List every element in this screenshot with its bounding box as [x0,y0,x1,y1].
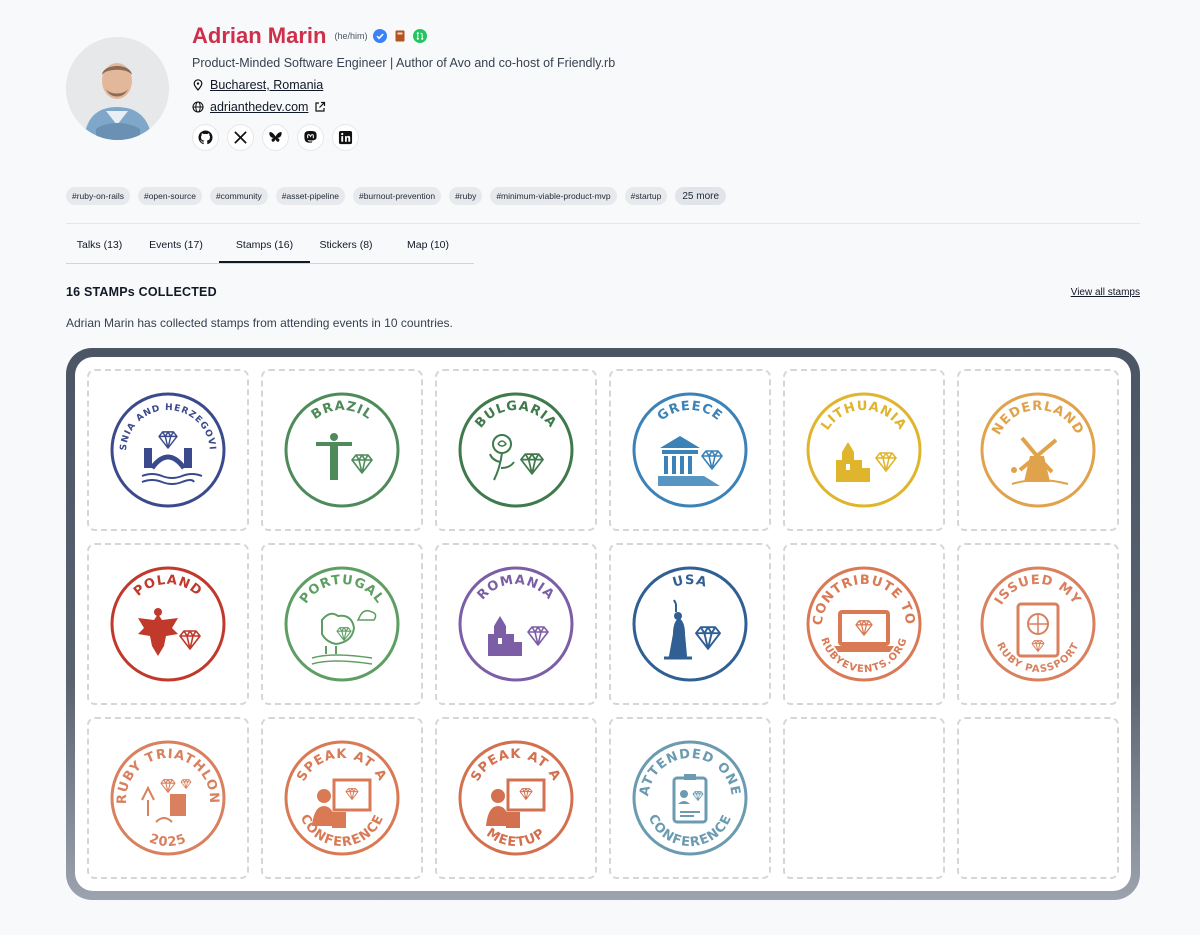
stamp-slot[interactable]: POLAND [87,543,249,705]
stamp-title: BRAZIL [309,399,375,423]
stamp-slot[interactable]: BOSNIA AND HERZEGOVINA [87,369,249,531]
stamp-slot[interactable]: CONTRIBUTE TO RUBYEVENTS.ORG [783,543,945,705]
stamp-slot[interactable]: NEDERLAND [957,369,1119,531]
landmarks-icon: RUBY TRIATHLON2025 [110,740,226,856]
christ-statue-icon: BRAZIL [284,392,400,508]
stamp-subtitle: 2025 [147,831,189,850]
pull-request-icon [413,29,428,43]
tag-chip[interactable]: #startup [624,187,668,205]
map-pin-icon [193,79,203,91]
mastodon-icon[interactable] [297,124,324,151]
external-link-icon[interactable] [314,101,326,113]
tab-stamps[interactable]: Stamps (16) [219,240,310,263]
castle-icon: LITHUANIA [806,392,922,508]
profile-pronouns: (he/him) [334,31,368,41]
website-row: adrianthedev.com [192,100,615,114]
speaker-icon: SPEAK AT ACONFERENCE [284,740,400,856]
stamp-grid: BOSNIA AND HERZEGOVINA BRAZIL BULGARIA GREE… [87,369,1119,879]
stamp-title: POLAND [131,573,205,600]
profile-name: Adrian Marin [192,23,327,48]
empty-stamp-slot [957,717,1119,879]
castle-icon: ROMANIA [458,566,574,682]
more-tags-button[interactable]: 25 more [675,187,727,205]
bluesky-icon[interactable] [262,124,289,151]
tag-chip[interactable]: #asset-pipeline [275,187,345,205]
view-all-stamps-link[interactable]: View all stamps [1071,287,1140,298]
profile-info: Adrian Marin (he/him) Product-Minded Sof… [192,22,615,151]
social-links [192,124,615,151]
stamp-slot[interactable]: LITHUANIA [783,369,945,531]
stamp-slot[interactable]: BRAZIL [261,369,423,531]
tag-chip[interactable]: #open-source [137,187,202,205]
stamp-slot[interactable]: USA [609,543,771,705]
empty-stamp-slot [783,717,945,879]
linkedin-icon[interactable] [332,124,359,151]
speaker-icon: SPEAK AT AMEETUP [458,740,574,856]
location-row: Bucharest, Romania [192,78,615,92]
stamp-slot[interactable]: SPEAK AT A MEETUP [435,717,597,879]
tab-map[interactable]: Map (10) [382,240,474,263]
location-link[interactable]: Bucharest, Romania [210,78,323,92]
stamp-slot[interactable]: SPEAK AT A CONFERENCE [261,717,423,879]
stamps-summary: Adrian Marin has collected stamps from a… [66,316,453,330]
tab-talks[interactable]: Talks (13) [66,240,133,263]
globe-icon [192,101,204,113]
bridge-icon: BOSNIA AND HERZEGOVINA [108,390,226,508]
rooster-icon: PORTUGAL [284,566,400,682]
stamp-subtitle: MEETUP [484,826,549,851]
rose-icon: BULGARIA [458,392,574,508]
github-icon[interactable] [192,124,219,151]
stamp-title: GREECE [655,399,725,424]
temple-icon: GREECE [632,392,748,508]
stamp-slot[interactable]: GREECE [609,369,771,531]
tag-chip[interactable]: #minimum-viable-product-mvp [490,187,617,205]
stamp-slot[interactable]: BULGARIA [435,369,597,531]
stamp-slot[interactable]: RUBY TRIATHLON 2025 [87,717,249,879]
passport-icon: ISSUED MYRUBY PASSPORT [980,566,1096,682]
laptop-icon: CONTRIBUTE TORUBYEVENTS.ORG [806,566,922,682]
stamp-slot[interactable]: ISSUED MY RUBY PASSPORT [957,543,1119,705]
profile-tabs: Talks (13) Events (17) Stamps (16) Stick… [66,240,474,264]
tag-chip[interactable]: #ruby-on-rails [66,187,130,205]
x-icon[interactable] [227,124,254,151]
book-icon [393,29,407,43]
avatar [66,37,169,140]
divider [66,223,1140,224]
tab-stickers[interactable]: Stickers (8) [310,240,382,263]
windmill-icon: NEDERLAND [980,392,1096,508]
liberty-icon: USA [632,566,748,682]
topic-tags: #ruby-on-rails #open-source #community #… [66,187,727,205]
passport-page: BOSNIA AND HERZEGOVINA BRAZIL BULGARIA GREE… [75,357,1131,891]
stamp-title: USA [671,573,709,591]
tab-events[interactable]: Events (17) [133,240,219,263]
verified-icon [373,29,388,43]
stamp-slot[interactable]: ATTENDED ONE CONFERENCE [609,717,771,879]
section-title: 16 STAMPs COLLECTED [66,285,217,299]
website-link[interactable]: adrianthedev.com [210,100,308,114]
profile-bio: Product-Minded Software Engineer | Autho… [192,56,616,70]
tag-chip[interactable]: #community [209,187,268,205]
tag-chip[interactable]: #burnout-prevention [352,187,442,205]
passport-frame: BOSNIA AND HERZEGOVINA BRAZIL BULGARIA GREE… [66,348,1140,900]
tag-chip[interactable]: #ruby [449,187,483,205]
eagle-icon: POLAND [110,566,226,682]
stamp-slot[interactable]: ROMANIA [435,543,597,705]
stamp-slot[interactable]: PORTUGAL [261,543,423,705]
badge-icon: ATTENDED ONECONFERENCE [632,740,748,856]
